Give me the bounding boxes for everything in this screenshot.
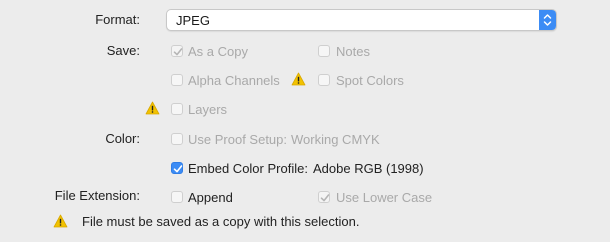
spot-colors-warning-icon xyxy=(291,72,306,86)
append-checkbox[interactable] xyxy=(171,191,183,203)
format-select[interactable]: JPEG xyxy=(166,9,557,31)
select-stepper-icon xyxy=(539,10,556,30)
use-lower-case-checkbox[interactable] xyxy=(318,191,330,203)
use-proof-setup-checkbox[interactable] xyxy=(171,133,183,145)
file-extension-label: File Extension: xyxy=(54,188,140,203)
checkmark-icon xyxy=(173,48,183,56)
use-proof-setup-label: Use Proof Setup: xyxy=(188,132,287,147)
embed-color-profile-label: Embed Color Profile: xyxy=(188,161,308,176)
use-lower-case-label: Use Lower Case xyxy=(336,190,433,205)
append-label: Append xyxy=(188,190,233,205)
layers-warning-icon xyxy=(145,101,160,115)
checkmark-icon xyxy=(320,194,330,202)
embed-color-profile-checkbox[interactable] xyxy=(171,162,183,174)
as-a-copy-checkbox[interactable] xyxy=(171,45,183,57)
spot-colors-label: Spot Colors xyxy=(336,73,404,88)
color-label: Color: xyxy=(105,131,140,146)
format-label: Format: xyxy=(95,12,140,27)
as-a-copy-label: As a Copy xyxy=(188,44,248,59)
alpha-channels-label: Alpha Channels xyxy=(188,73,280,88)
notes-label: Notes xyxy=(336,44,370,59)
save-label: Save: xyxy=(106,43,140,58)
spot-colors-checkbox[interactable] xyxy=(318,74,330,86)
notes-checkbox[interactable] xyxy=(318,45,330,57)
embed-color-profile-value: Adobe RGB (1998) xyxy=(313,161,424,176)
layers-label: Layers xyxy=(188,102,228,117)
warning-icon xyxy=(53,214,68,228)
warning-message: File must be saved as a copy with this s… xyxy=(82,214,360,229)
checkmark-icon xyxy=(173,165,183,173)
alpha-channels-checkbox[interactable] xyxy=(171,74,183,86)
use-proof-setup-value: Working CMYK xyxy=(291,132,380,147)
format-select-value: JPEG xyxy=(176,13,210,28)
layers-checkbox[interactable] xyxy=(171,103,183,115)
